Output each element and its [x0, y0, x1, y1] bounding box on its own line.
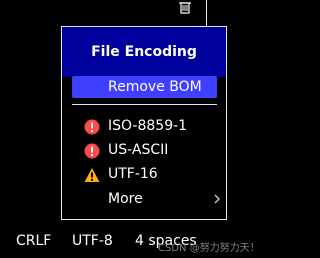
warning-icon — [84, 168, 100, 182]
more-label: More — [108, 191, 143, 207]
file-encoding-menu: File Encoding Remove BOM ISO-8859-1 US-A… — [61, 26, 227, 220]
remove-bom-item[interactable]: Remove BOM — [72, 76, 217, 98]
encoding-status[interactable]: UTF-8 — [72, 233, 113, 250]
error-icon — [84, 119, 100, 135]
menu-header: File Encoding — [62, 27, 226, 77]
line-ending-status[interactable]: CRLF — [16, 233, 51, 250]
toolbar-divider — [206, 0, 207, 27]
more-item[interactable]: More — [72, 188, 222, 210]
error-icon — [84, 143, 100, 159]
chevron-right-icon — [214, 194, 220, 204]
encoding-item-iso-8859-1[interactable]: ISO-8859-1 — [72, 115, 222, 137]
encoding-label: UTF-16 — [108, 166, 158, 182]
trash-icon[interactable] — [178, 0, 192, 14]
menu-separator — [72, 104, 217, 105]
watermark: CSDN @努力努力天！ — [158, 243, 260, 254]
encoding-label: US-ASCII — [108, 142, 169, 158]
encoding-label: ISO-8859-1 — [108, 118, 188, 134]
encoding-item-utf-16[interactable]: UTF-16 — [72, 163, 222, 185]
encoding-item-us-ascii[interactable]: US-ASCII — [72, 139, 222, 161]
remove-bom-label: Remove BOM — [108, 79, 202, 95]
menu-title: File Encoding — [91, 44, 197, 60]
